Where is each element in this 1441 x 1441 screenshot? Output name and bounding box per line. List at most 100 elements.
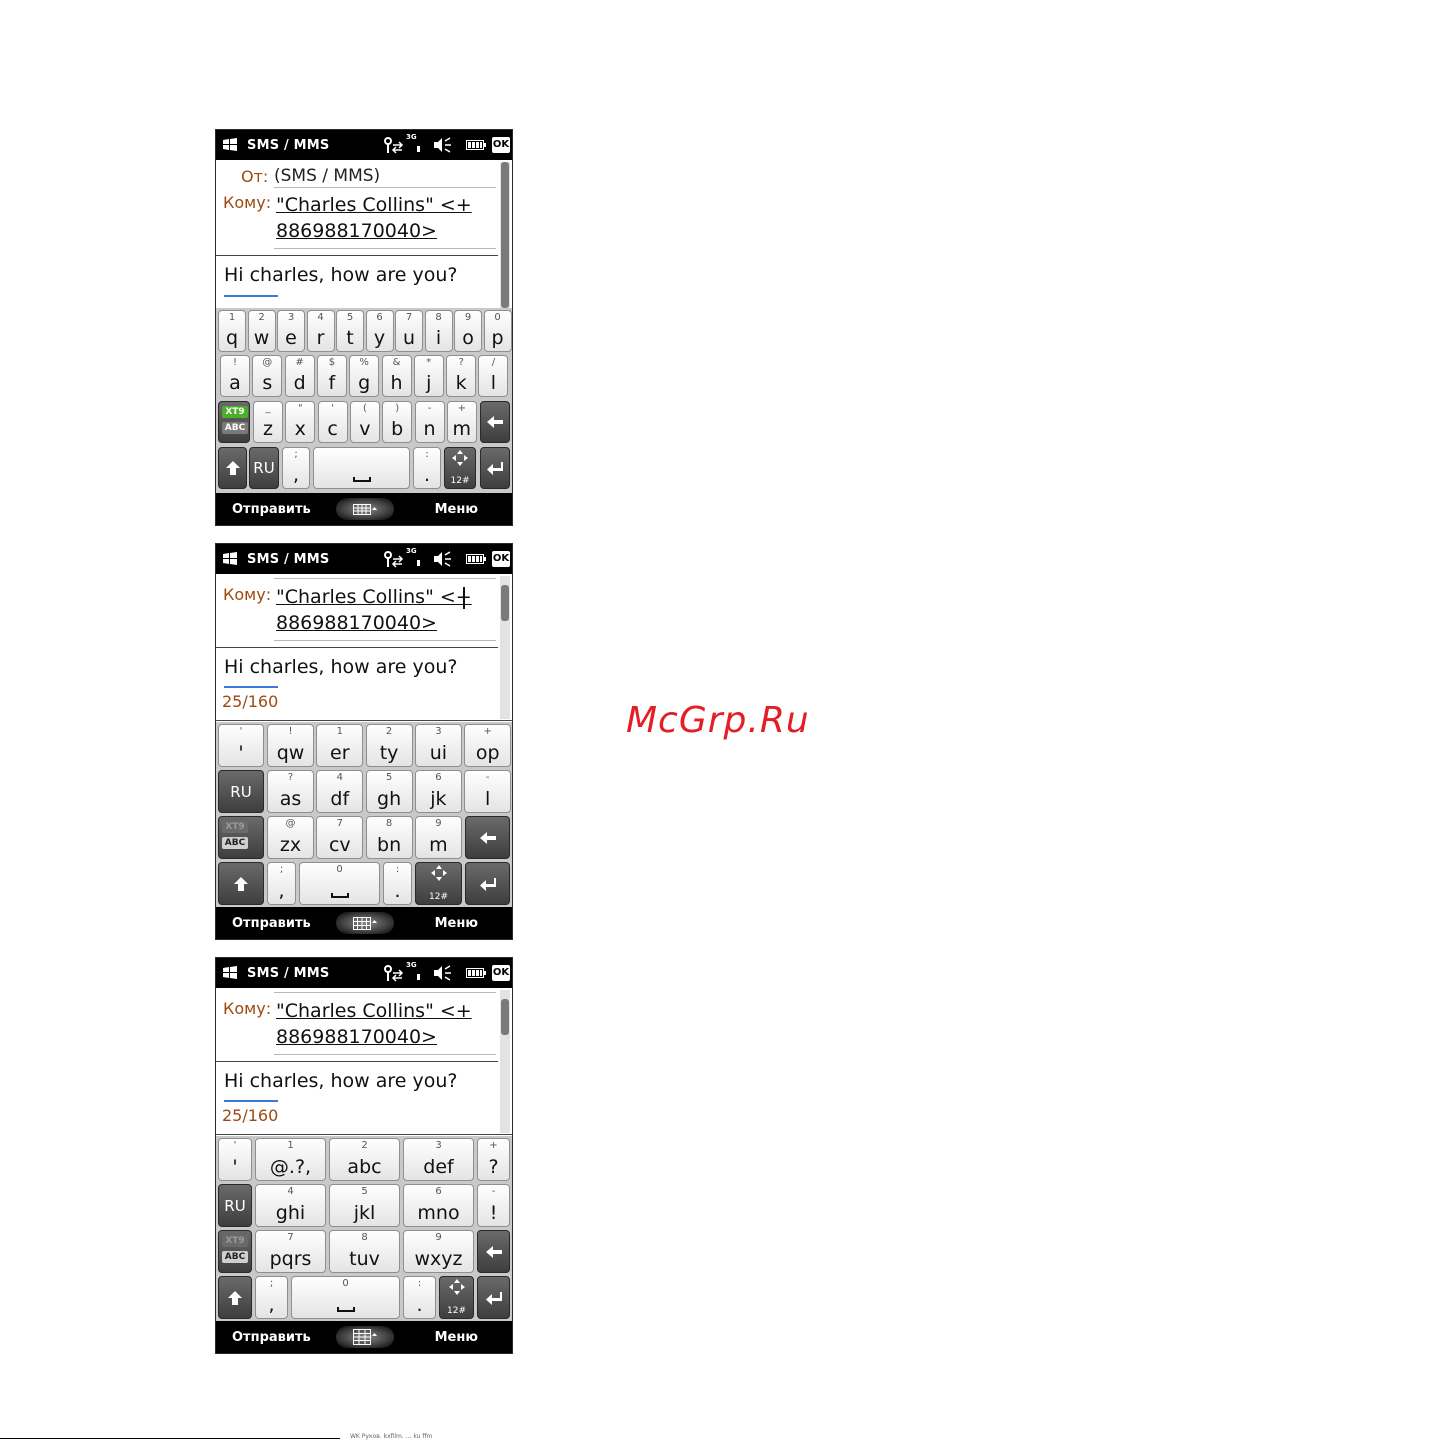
comma-key[interactable]: ;, bbox=[282, 447, 310, 489]
send-softkey[interactable]: Отправить bbox=[232, 1330, 311, 1345]
phonepad-key[interactable]: 1 @.?, bbox=[255, 1138, 326, 1181]
letter-key[interactable]: / l bbox=[478, 355, 509, 397]
from-field[interactable]: (SMS / MMS) bbox=[274, 166, 380, 186]
letter-key[interactable]: 2 ty bbox=[365, 724, 413, 767]
letter-key[interactable]: 8 bn bbox=[365, 816, 413, 859]
navigation-key[interactable]: 12# bbox=[439, 1276, 474, 1319]
letter-key[interactable]: + op bbox=[464, 724, 512, 767]
letter-key[interactable]: ? k bbox=[446, 355, 477, 397]
xt9-toggle-key[interactable]: XT9 ABC bbox=[218, 816, 264, 859]
letter-key[interactable]: 6y bbox=[365, 310, 394, 352]
exclamation-key[interactable]: -! bbox=[477, 1184, 510, 1227]
scrollbar[interactable] bbox=[500, 162, 510, 308]
navigation-key[interactable]: 12# bbox=[444, 447, 476, 489]
ok-button[interactable]: OK bbox=[492, 137, 510, 153]
enter-key[interactable] bbox=[465, 862, 510, 905]
input-panel-toggle[interactable] bbox=[336, 498, 394, 520]
letter-key[interactable]: @ zx bbox=[267, 816, 314, 859]
letter-key[interactable]: 9o bbox=[454, 310, 482, 352]
speaker-icon[interactable] bbox=[432, 550, 452, 568]
phonepad-key[interactable]: 2 abc bbox=[329, 1138, 400, 1181]
letter-key[interactable]: (v bbox=[349, 401, 380, 443]
phonepad-key[interactable]: 9 wxyz bbox=[403, 1230, 474, 1273]
xt9-toggle-key[interactable]: XT9 ABC bbox=[218, 401, 250, 443]
letter-key[interactable]: % g bbox=[349, 355, 380, 397]
space-key[interactable]: 0 bbox=[299, 862, 380, 905]
input-panel-toggle[interactable] bbox=[336, 912, 394, 934]
letter-key[interactable]: 3e bbox=[277, 310, 305, 352]
scrollbar[interactable] bbox=[500, 990, 510, 1133]
apostrophe-key[interactable]: ' ' bbox=[218, 724, 264, 767]
letter-key[interactable]: 1q bbox=[218, 310, 246, 352]
letter-key[interactable]: 4 df bbox=[316, 770, 364, 813]
language-key[interactable]: RU bbox=[218, 770, 264, 813]
shift-key[interactable] bbox=[218, 1276, 252, 1319]
question-key[interactable]: +? bbox=[477, 1138, 510, 1181]
enter-key[interactable] bbox=[480, 447, 510, 489]
windows-start-icon[interactable] bbox=[222, 551, 238, 567]
letter-key[interactable]: 1 er bbox=[316, 724, 364, 767]
phonepad-key[interactable]: 5 jkl bbox=[329, 1184, 400, 1227]
space-key[interactable]: 0 bbox=[291, 1276, 400, 1319]
send-softkey[interactable]: Отправить bbox=[232, 502, 311, 517]
letter-key[interactable]: 6 jk bbox=[414, 770, 462, 813]
ok-button[interactable]: OK bbox=[492, 965, 510, 981]
apostrophe-key[interactable]: ' ' bbox=[218, 1138, 252, 1181]
letter-key[interactable]: & h bbox=[381, 355, 412, 397]
letter-key[interactable]: ! a bbox=[220, 355, 250, 397]
navigation-key[interactable]: 12# bbox=[415, 862, 462, 905]
letter-key[interactable]: 9m bbox=[414, 816, 462, 859]
letter-key[interactable]: 5t bbox=[336, 310, 364, 352]
comma-key[interactable]: ;, bbox=[267, 862, 296, 905]
phonepad-key[interactable]: 4 ghi bbox=[255, 1184, 326, 1227]
language-key[interactable]: RU bbox=[218, 1184, 252, 1227]
windows-start-icon[interactable] bbox=[222, 965, 238, 981]
letter-key[interactable]: 8i bbox=[424, 310, 453, 352]
enter-key[interactable] bbox=[477, 1276, 510, 1319]
shift-key[interactable] bbox=[218, 862, 264, 905]
recipient-line-1[interactable]: "Charles Collins" <+ bbox=[276, 192, 472, 218]
send-softkey[interactable]: Отправить bbox=[232, 916, 311, 931]
period-key[interactable]: :. bbox=[403, 1276, 436, 1319]
letter-key[interactable]: 2w bbox=[247, 310, 276, 352]
comma-key[interactable]: ;, bbox=[255, 1276, 288, 1319]
letter-key[interactable]: $ f bbox=[316, 355, 347, 397]
shift-key[interactable] bbox=[218, 447, 247, 489]
speaker-icon[interactable] bbox=[432, 964, 452, 982]
phonepad-key[interactable]: 8 tuv bbox=[329, 1230, 400, 1273]
recipient-line-2[interactable]: 886988170040> bbox=[276, 1024, 437, 1050]
period-key[interactable]: :. bbox=[383, 862, 412, 905]
scrollbar-thumb[interactable] bbox=[501, 162, 509, 308]
backspace-key[interactable] bbox=[465, 816, 510, 859]
letter-key[interactable]: " x bbox=[285, 401, 316, 443]
recipient-line-2[interactable]: 886988170040> bbox=[276, 218, 437, 244]
space-key[interactable] bbox=[313, 447, 410, 489]
windows-start-icon[interactable] bbox=[222, 137, 238, 153]
letter-key[interactable]: 7 cv bbox=[316, 816, 364, 859]
letter-key[interactable]: 3 ui bbox=[414, 724, 462, 767]
message-body[interactable]: Hi charles, how are you? bbox=[224, 264, 458, 286]
letter-key[interactable]: @ s bbox=[252, 355, 283, 397]
period-key[interactable]: :. bbox=[413, 447, 441, 489]
letter-key[interactable]: -l bbox=[464, 770, 512, 813]
phonepad-key[interactable]: 7 pqrs bbox=[255, 1230, 326, 1273]
scrollbar-thumb[interactable] bbox=[501, 585, 509, 621]
message-body[interactable]: Hi charles, how are you? bbox=[224, 656, 458, 678]
speaker-icon[interactable] bbox=[432, 136, 452, 154]
input-panel-toggle[interactable] bbox=[336, 1326, 394, 1348]
recipient-line-1[interactable]: "Charles Collins" <+ bbox=[276, 584, 472, 610]
letter-key[interactable]: ) b bbox=[382, 401, 413, 443]
letter-key[interactable]: * j bbox=[413, 355, 444, 397]
backspace-key[interactable] bbox=[477, 1230, 510, 1273]
backspace-key[interactable] bbox=[480, 401, 510, 443]
menu-softkey[interactable]: Меню bbox=[435, 916, 478, 931]
scrollbar-thumb[interactable] bbox=[501, 999, 509, 1035]
ok-button[interactable]: OK bbox=[492, 551, 510, 567]
phonepad-key[interactable]: 6 mno bbox=[403, 1184, 474, 1227]
language-key[interactable]: RU bbox=[249, 447, 279, 489]
letter-key[interactable]: + m bbox=[446, 401, 477, 443]
letter-key[interactable]: ? as bbox=[267, 770, 314, 813]
recipient-line-1[interactable]: "Charles Collins" <+ bbox=[276, 998, 472, 1024]
letter-key[interactable]: 0p bbox=[483, 310, 512, 352]
letter-key[interactable]: _ z bbox=[253, 401, 283, 443]
